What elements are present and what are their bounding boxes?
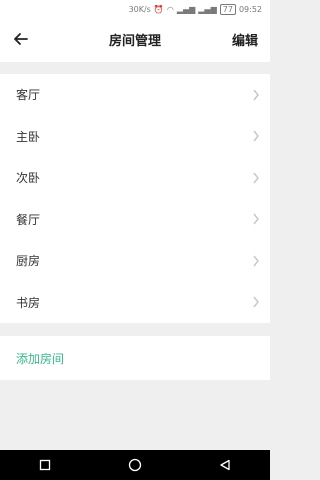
room-item[interactable]: 餐厅	[0, 199, 270, 241]
chevron-right-icon	[253, 296, 259, 308]
room-label: 餐厅	[16, 212, 41, 227]
battery-icon: 77	[219, 3, 236, 15]
circle-icon	[128, 458, 142, 472]
room-label: 主卧	[16, 129, 41, 144]
network-speed: 30K/s	[128, 4, 151, 14]
top-navigation: 房间管理 编辑	[0, 18, 270, 62]
room-item[interactable]: 主卧	[0, 116, 270, 158]
add-room-button[interactable]: 添加房间	[16, 350, 64, 367]
room-list: 客厅 主卧 次卧 餐厅 厨房 书房	[0, 74, 270, 323]
triangle-back-icon	[220, 459, 230, 471]
chevron-right-icon	[253, 89, 259, 101]
recent-apps-button[interactable]	[36, 456, 54, 474]
square-icon	[39, 459, 51, 471]
chevron-right-icon	[253, 213, 259, 225]
system-navigation-bar	[0, 450, 270, 480]
room-management-screen: 30K/s ⏰ ◠ ▂▄▆ ▂▄▆ 77 09:52 房间管理 编辑 客厅 主卧…	[0, 0, 270, 480]
room-label: 书房	[16, 295, 41, 310]
edit-button[interactable]: 编辑	[232, 30, 258, 49]
status-bar: 30K/s ⏰ ◠ ▂▄▆ ▂▄▆ 77 09:52	[0, 0, 270, 18]
home-button[interactable]	[126, 456, 144, 474]
room-item[interactable]: 次卧	[0, 157, 270, 199]
signal-icon-2: ▂▄▆	[198, 4, 217, 14]
page-title: 房间管理	[108, 34, 161, 49]
add-room-panel: 添加房间	[0, 336, 270, 380]
chevron-right-icon	[253, 172, 259, 184]
chevron-right-icon	[253, 255, 259, 267]
room-label: 次卧	[16, 171, 41, 186]
room-label: 厨房	[16, 254, 41, 269]
room-item[interactable]: 厨房	[0, 240, 270, 282]
chevron-right-icon	[253, 130, 259, 142]
room-label: 客厅	[16, 88, 41, 103]
signal-icon: ▂▄▆	[176, 4, 196, 14]
room-item[interactable]: 书房	[0, 282, 270, 324]
alarm-icon: ⏰	[153, 4, 164, 14]
room-item[interactable]: 客厅	[0, 74, 270, 116]
back-system-button[interactable]	[216, 456, 234, 474]
status-time: 09:52	[238, 4, 262, 14]
wifi-icon: ◠	[166, 4, 174, 14]
